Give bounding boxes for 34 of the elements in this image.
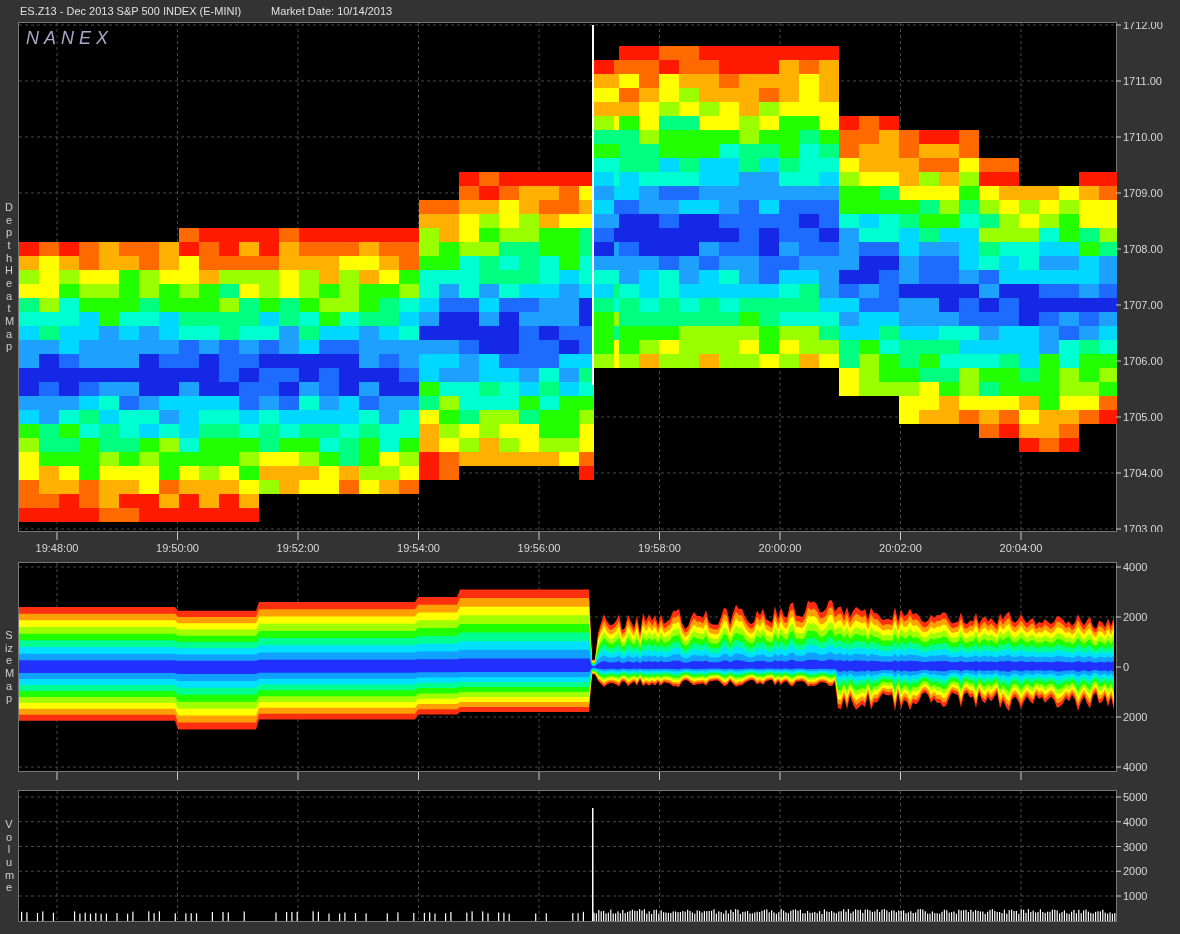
axis-label: 1705.00 [1123, 411, 1163, 423]
axis-label: 1708.00 [1123, 243, 1163, 255]
axis-label: 5000 [1123, 791, 1148, 803]
axis-label: 1707.00 [1123, 299, 1163, 311]
time-label: 19:56:00 [517, 542, 561, 554]
market-date: Market Date: 10/14/2013 [271, 3, 393, 19]
panel-label: Volume [5, 818, 13, 894]
axis-label: 2000 [1123, 711, 1148, 723]
axis-label: 2000 [1123, 865, 1148, 878]
panel-label: Size Map [5, 629, 13, 705]
axis-label: 4000 [1123, 562, 1148, 573]
axis-label: 1712.00 [1123, 22, 1163, 31]
logo-text: NANEX [26, 28, 113, 48]
axis-label: 1706.00 [1123, 355, 1163, 367]
time-label: 19:50:00 [156, 542, 199, 554]
axis-label: 1709.00 [1123, 187, 1163, 199]
axis-label: 1710.00 [1123, 131, 1163, 143]
axis-label: 2000 [1123, 611, 1148, 623]
axis-label: 4000 [1123, 761, 1148, 772]
time-label: 19:48:00 [35, 542, 79, 554]
time-label: 19:58:00 [638, 542, 681, 554]
panel-label: Depth Heat Map [5, 201, 13, 353]
time-label: 20:00:00 [758, 542, 802, 554]
time-label: 20:02:00 [879, 542, 922, 554]
axis-label: 0 [1123, 661, 1130, 673]
chart-title: ES.Z13 - Dec 2013 S&P 500 INDEX (E-MINI) [20, 3, 242, 19]
time-label: 19:52:00 [276, 542, 320, 554]
time-label: 20:04:00 [999, 542, 1043, 554]
axis-label: 4000 [1123, 815, 1148, 828]
axis-label: 3000 [1123, 840, 1148, 853]
axis-label: 1000 [1123, 890, 1148, 902]
axis-label: 1711.00 [1123, 75, 1162, 87]
axis-label: 1704.00 [1123, 467, 1163, 479]
time-label: 19:54:00 [397, 542, 440, 554]
